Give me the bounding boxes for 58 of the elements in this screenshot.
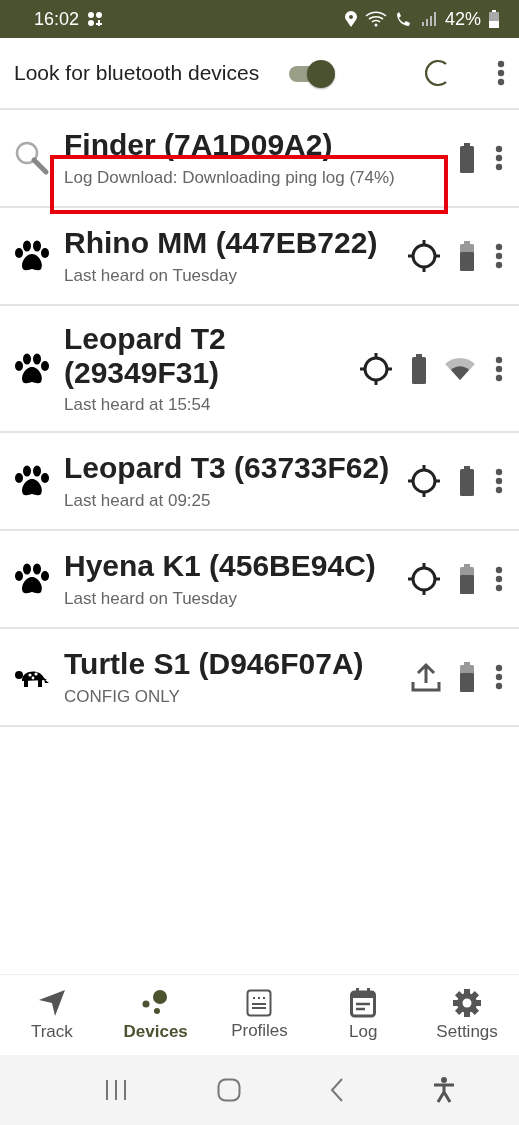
more-icon[interactable] — [495, 355, 503, 382]
battery-percent: 42% — [444, 8, 481, 30]
nav-tab[interactable]: Devices — [103, 975, 208, 1055]
device-name: Rhino MM (447EB722) — [64, 226, 379, 260]
more-icon[interactable] — [495, 243, 503, 269]
settings-icon — [452, 988, 483, 1018]
paw-icon — [14, 240, 50, 272]
recents-icon[interactable] — [104, 1079, 129, 1101]
upload-icon — [411, 662, 441, 693]
device-status: Last heard at 15:54 — [64, 395, 212, 416]
status-time: 16:02 — [34, 8, 80, 30]
battery-icon — [459, 466, 475, 497]
location-icon — [344, 11, 357, 27]
wifi-icon — [445, 357, 475, 380]
notification-icon — [87, 11, 104, 27]
more-icon[interactable] — [497, 60, 505, 86]
device-status: Last heard at 09:25 — [64, 491, 212, 511]
back-icon[interactable] — [329, 1078, 344, 1102]
nav-tab[interactable]: Track — [0, 975, 104, 1055]
battery-icon — [459, 662, 475, 693]
crosshair-icon — [407, 464, 441, 499]
paw-icon — [14, 352, 50, 385]
device-status: Last heard on Tuesday — [64, 589, 238, 609]
device-name: Leopard T3 (63733F62) — [64, 451, 391, 485]
battery-icon — [459, 241, 475, 271]
device-status: Log Download: Downloading ping log (74%) — [64, 167, 396, 188]
nav-tab[interactable]: Settings — [415, 975, 519, 1055]
document-icon — [246, 989, 273, 1017]
more-icon[interactable] — [495, 145, 503, 171]
paw-icon — [14, 465, 50, 498]
paw-icon — [14, 563, 50, 596]
accessibility-icon[interactable] — [432, 1077, 455, 1103]
battery-icon — [489, 10, 499, 28]
device-status: Last heard on Tuesday — [64, 265, 238, 286]
more-icon[interactable] — [495, 566, 503, 593]
device-status: CONFIG ONLY — [64, 687, 181, 707]
nav-tab[interactable]: Log — [311, 975, 416, 1055]
device-name: Hyena K1 (456BE94C) — [64, 549, 377, 583]
nav-tab[interactable]: Profiles — [207, 975, 312, 1055]
battery-icon — [459, 143, 475, 173]
calendar-icon — [350, 988, 377, 1018]
device-name: Leopard T2 (29349F31) — [64, 322, 227, 390]
wifi-icon — [364, 11, 387, 27]
crosshair-icon — [407, 562, 441, 597]
signal-icon — [420, 12, 437, 26]
home-icon[interactable] — [217, 1078, 242, 1102]
crosshair-icon — [359, 351, 393, 386]
device-name: Turtle S1 (D946F07A) — [64, 647, 365, 681]
scan-toggle[interactable] — [287, 59, 336, 87]
crosshair-icon — [407, 239, 441, 273]
magnifier-icon — [14, 140, 50, 176]
more-icon[interactable] — [495, 664, 503, 691]
more-icon[interactable] — [495, 468, 503, 495]
scan-label: Look for bluetooth devices — [14, 61, 260, 85]
battery-icon — [411, 353, 427, 384]
call-icon — [394, 11, 413, 27]
device-name: Finder (7A1D09A2) — [64, 128, 334, 162]
battery-icon — [459, 564, 475, 595]
